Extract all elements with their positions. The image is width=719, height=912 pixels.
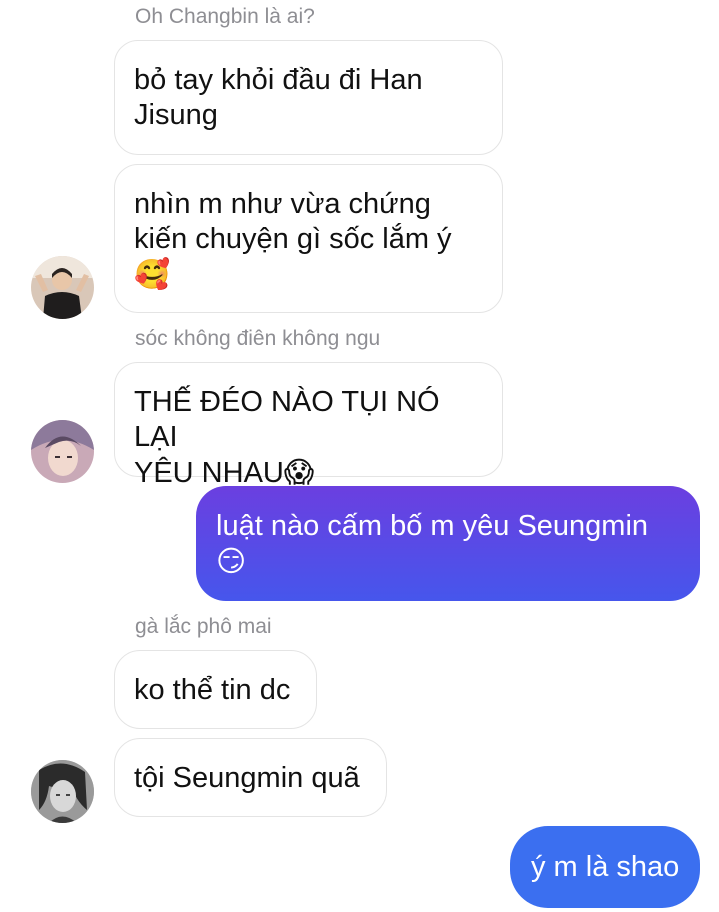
incoming-message[interactable]: nhìn m như vừa chứng kiến chuyện gì sốc … (114, 164, 503, 313)
incoming-message[interactable]: tội Seungmin quã (114, 738, 387, 817)
incoming-message[interactable]: THẾ ĐÉO NÀO TỤI NÓ LẠI YÊU NHAU😱 (114, 362, 503, 489)
outgoing-message[interactable]: luật nào cấm bố m yêu Seungmin 😏 (196, 486, 700, 601)
avatar[interactable] (31, 256, 94, 319)
avatar-photo-icon (31, 256, 94, 319)
incoming-message[interactable]: ko thể tin dc (114, 650, 317, 729)
message-text-part: YÊU NHAU (134, 457, 284, 489)
avatar-photo-icon (31, 420, 94, 483)
avatar[interactable] (31, 420, 94, 483)
message-text: ý m là shao (531, 851, 680, 883)
message-text: Jisung (134, 99, 218, 131)
smirking-face-emoji: 😏 (216, 544, 247, 578)
message-text: luật nào cấm bố m yêu Seungmin (216, 510, 649, 542)
avatar-photo-icon (31, 760, 94, 823)
sender-name: gà lắc phô mai (135, 615, 272, 638)
message-text: THẾ ĐÉO NÀO TỤI NÓ LẠI (134, 386, 440, 453)
avatar[interactable] (31, 760, 94, 823)
sender-name: Oh Changbin là ai? (135, 5, 315, 28)
message-text: bỏ tay khỏi đầu đi Han (134, 64, 423, 96)
message-text: ko thể tin dc (134, 674, 291, 706)
incoming-message[interactable]: bỏ tay khỏi đầu đi Han Jisung (114, 40, 503, 155)
message-text: tội Seungmin quã (134, 762, 360, 794)
smiling-face-hearts-emoji: 🥰 (134, 257, 171, 291)
screaming-face-emoji: 😱 (283, 455, 315, 489)
outgoing-message[interactable]: ý m là shao (510, 826, 700, 908)
message-text: kiến chuyện gì sốc lắm ý (134, 223, 452, 255)
sender-name: sóc không điên không ngu (135, 327, 381, 350)
message-text: nhìn m như vừa chứng (134, 188, 431, 220)
